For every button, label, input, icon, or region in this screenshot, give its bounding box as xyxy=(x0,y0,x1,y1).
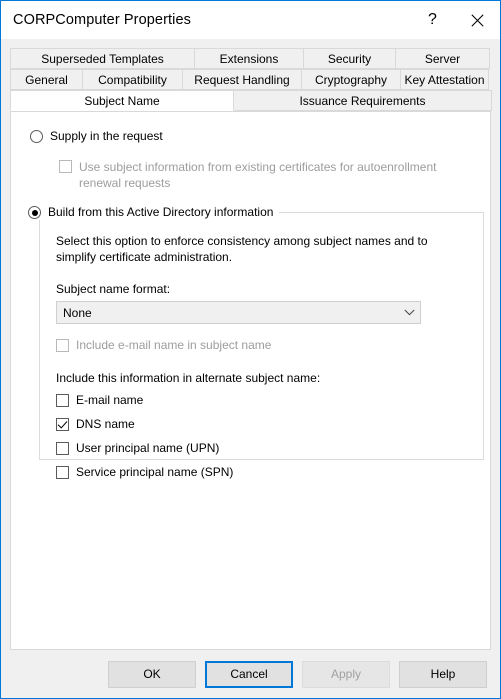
supply-in-request-group: Supply in the request Use subject inform… xyxy=(30,129,480,191)
title-bar-buttons: ? xyxy=(410,1,500,39)
window-title: CORPComputer Properties xyxy=(13,12,191,28)
alt-item-spn[interactable]: Service principal name (SPN) xyxy=(56,465,467,480)
tab-container: Superseded Templates Extensions Security… xyxy=(10,39,492,650)
dns-name-label: DNS name xyxy=(76,417,135,431)
subject-name-format-label: Subject name format: xyxy=(56,282,171,296)
email-name-checkbox[interactable] xyxy=(56,394,69,407)
tab-row-2: General Compatibility Request Handling C… xyxy=(10,69,491,90)
tab-superseded-templates[interactable]: Superseded Templates xyxy=(10,48,195,69)
dialog-button-bar: OK Cancel Apply Help xyxy=(1,650,500,698)
build-from-ad-description: Select this option to enforce consistenc… xyxy=(56,234,428,264)
build-from-ad-group: Build from this Active Directory informa… xyxy=(28,205,484,479)
tab-security[interactable]: Security xyxy=(303,48,396,69)
include-email-in-subject-label: Include e-mail name in subject name xyxy=(76,338,272,352)
use-existing-cert-info-option: Use subject information from existing ce… xyxy=(59,159,479,191)
supply-in-request-option[interactable]: Supply in the request xyxy=(30,129,480,144)
subject-name-panel: Supply in the request Use subject inform… xyxy=(10,111,491,650)
spn-label: Service principal name (SPN) xyxy=(76,465,234,479)
subject-name-format-value: None xyxy=(63,305,92,320)
tab-issuance-requirements[interactable]: Issuance Requirements xyxy=(233,90,492,111)
use-existing-cert-info-checkbox xyxy=(59,160,72,173)
email-name-label: E-mail name xyxy=(76,393,144,407)
alternate-subject-title: Include this information in alternate su… xyxy=(56,371,321,385)
subject-name-format-dropdown[interactable]: None xyxy=(56,301,421,324)
tab-key-attestation[interactable]: Key Attestation xyxy=(400,69,489,90)
chevron-down-icon xyxy=(398,309,420,316)
tab-server[interactable]: Server xyxy=(395,48,490,69)
spn-checkbox[interactable] xyxy=(56,466,69,479)
alt-item-upn[interactable]: User principal name (UPN) xyxy=(56,441,467,456)
supply-in-request-label: Supply in the request xyxy=(50,129,163,143)
properties-dialog: CORPComputer Properties ? Superseded Tem… xyxy=(0,0,501,699)
cancel-button[interactable]: Cancel xyxy=(205,660,293,688)
close-icon xyxy=(471,13,484,27)
build-from-ad-option[interactable]: Build from this Active Directory informa… xyxy=(28,205,280,220)
help-dialog-button[interactable]: Help xyxy=(399,660,487,688)
tab-subject-name[interactable]: Subject Name xyxy=(10,90,234,111)
alt-item-dns-name[interactable]: DNS name xyxy=(56,417,467,432)
ok-button[interactable]: OK xyxy=(108,660,196,688)
dns-name-checkbox[interactable] xyxy=(56,418,69,431)
tab-extensions[interactable]: Extensions xyxy=(194,48,304,69)
help-button[interactable]: ? xyxy=(410,1,455,39)
include-email-in-subject-option: Include e-mail name in subject name xyxy=(56,338,467,353)
alternate-subject-list: E-mail name DNS name User principal name… xyxy=(56,393,467,480)
build-from-ad-label: Build from this Active Directory informa… xyxy=(48,205,274,219)
tab-compatibility[interactable]: Compatibility xyxy=(82,69,183,90)
tab-general[interactable]: General xyxy=(10,69,83,90)
supply-in-request-radio[interactable] xyxy=(30,130,43,143)
upn-checkbox[interactable] xyxy=(56,442,69,455)
title-bar: CORPComputer Properties ? xyxy=(1,1,500,39)
tab-cryptography[interactable]: Cryptography xyxy=(301,69,401,90)
tab-row-1: Superseded Templates Extensions Security… xyxy=(10,48,491,69)
use-existing-cert-info-label: Use subject information from existing ce… xyxy=(79,160,437,190)
tab-row-3: Subject Name Issuance Requirements xyxy=(10,90,492,111)
build-from-ad-radio[interactable] xyxy=(28,206,41,219)
alt-item-email-name[interactable]: E-mail name xyxy=(56,393,467,408)
tab-request-handling[interactable]: Request Handling xyxy=(182,69,302,90)
close-button[interactable] xyxy=(455,1,500,39)
upn-label: User principal name (UPN) xyxy=(76,441,220,455)
include-email-in-subject-checkbox xyxy=(56,339,69,352)
apply-button: Apply xyxy=(302,660,390,688)
